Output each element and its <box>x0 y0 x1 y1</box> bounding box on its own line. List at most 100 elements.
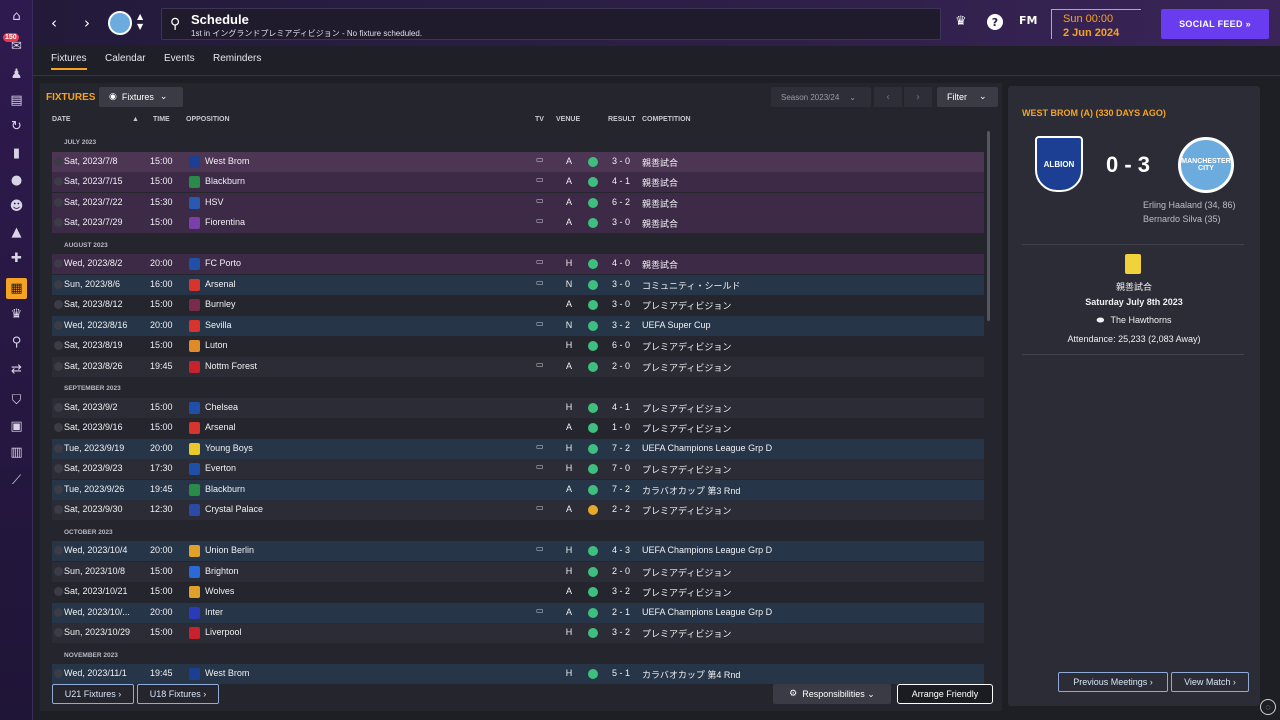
match-summary-title[interactable]: WEST BROM (A) (330 DAYS AGO) <box>1022 108 1166 118</box>
club-switch-chevron-icon[interactable]: ▲ ▼ <box>137 12 143 32</box>
view-match-button[interactable]: View Match › <box>1171 672 1249 692</box>
arrange-friendly-button[interactable]: Arrange Friendly <box>897 684 993 704</box>
feedback-icon[interactable]: ◌ <box>1260 699 1276 715</box>
club-icon[interactable]: ⛉ <box>6 390 27 411</box>
fixture-result[interactable]: 3 - 0 <box>612 279 630 289</box>
fixture-result[interactable]: 1 - 0 <box>612 422 630 432</box>
schedule-icon[interactable]: ▦ <box>6 278 27 299</box>
fixture-row[interactable]: Sat, 2023/9/16 15:00 Arsenal A 1 - 0 プレミアディビジ… <box>52 418 984 438</box>
next-season-button[interactable]: › <box>904 87 932 107</box>
fixture-row[interactable]: Sun, 2023/8/6 16:00 Arsenal ▭ N 3 - 0 コミュニティ・シ… <box>52 274 984 295</box>
fixture-row[interactable]: Wed, 2023/8/16 20:00 Sevilla ▭ N 3 - 2 UEFA Su… <box>52 315 984 336</box>
row-select-radio[interactable] <box>54 177 63 186</box>
filter-button[interactable]: Filter ⌄ <box>937 87 998 107</box>
fixture-row[interactable]: Sat, 2023/9/30 12:30 Crystal Palace ▭ A 2 - 2… <box>52 500 984 520</box>
row-select-radio[interactable] <box>54 464 63 473</box>
fixture-opposition[interactable]: Arsenal <box>205 422 236 432</box>
fixture-result[interactable]: 3 - 2 <box>612 627 630 637</box>
social-feed-button[interactable]: SOCIAL FEED » <box>1161 9 1269 39</box>
row-select-radio[interactable] <box>54 197 63 207</box>
tab-events[interactable]: Events <box>164 53 195 64</box>
fixture-row[interactable]: Sat, 2023/9/2 15:00 Chelsea H 4 - 1 プレミアディビジョ… <box>52 397 984 418</box>
fixture-result[interactable]: 2 - 0 <box>612 566 630 576</box>
fixture-result[interactable]: 4 - 1 <box>612 402 630 412</box>
fixtures-view-dropdown[interactable]: ◉ Fixtures ⌄ <box>99 87 183 107</box>
fixture-opposition[interactable]: Brighton <box>205 566 239 576</box>
row-select-radio[interactable] <box>54 218 63 227</box>
west-brom-crest-icon[interactable]: ALBION <box>1035 136 1083 192</box>
squad-icon[interactable]: ♟ <box>6 64 27 85</box>
row-select-radio[interactable] <box>54 300 63 309</box>
staff-icon[interactable]: ☻ <box>6 196 27 217</box>
fixture-result[interactable]: 7 - 0 <box>612 463 630 473</box>
fixture-opposition[interactable]: Blackburn <box>205 484 245 494</box>
row-select-radio[interactable] <box>54 423 63 432</box>
fixture-opposition[interactable]: Inter <box>205 607 223 617</box>
u18-fixtures-button[interactable]: U18 Fixtures › <box>137 684 219 704</box>
fixture-row[interactable]: Sat, 2023/7/8 15:00 West Brom ▭ A 3 - 0 親善試合 <box>52 151 984 172</box>
previous-meetings-button[interactable]: Previous Meetings › <box>1058 672 1168 692</box>
row-select-radio[interactable] <box>54 361 63 371</box>
row-select-radio[interactable] <box>54 566 63 576</box>
col-result[interactable]: RESULT <box>608 116 635 123</box>
fixture-opposition[interactable]: Luton <box>205 340 228 350</box>
search-icon[interactable]: ⚲ <box>6 332 27 353</box>
fixture-result[interactable]: 4 - 1 <box>612 176 630 186</box>
fixture-opposition[interactable]: HSV <box>205 197 224 207</box>
fixture-row[interactable]: Sat, 2023/8/26 19:45 Nottm Forest ▭ A 2 - 0 プレ… <box>52 356 984 377</box>
fm-logo[interactable]: FM <box>1019 14 1037 27</box>
fixture-row[interactable]: Tue, 2023/9/19 20:00 Young Boys ▭ H 7 - 2 UEFA… <box>52 438 984 459</box>
fixture-result[interactable]: 6 - 2 <box>612 197 630 207</box>
fixture-opposition[interactable]: Fiorentina <box>205 217 245 227</box>
tab-fixtures[interactable]: Fixtures <box>51 53 87 70</box>
fixture-result[interactable]: 3 - 2 <box>612 320 630 330</box>
col-opposition[interactable]: OPPOSITION <box>186 116 230 123</box>
scouting-icon[interactable]: ▲ <box>6 222 27 243</box>
row-select-radio[interactable] <box>54 628 63 637</box>
fixture-row[interactable]: Sun, 2023/10/29 15:00 Liverpool H 3 - 2 プレミアデ… <box>52 623 984 643</box>
fixture-opposition[interactable]: Crystal Palace <box>205 504 263 514</box>
trophy-icon[interactable]: ♛ <box>955 14 967 29</box>
row-select-radio[interactable] <box>54 484 63 494</box>
fixture-opposition[interactable]: Wolves <box>205 586 234 596</box>
row-select-radio[interactable] <box>54 443 63 453</box>
scrollbar[interactable] <box>987 131 990 321</box>
training-icon[interactable]: ↻ <box>6 116 27 137</box>
fixture-opposition[interactable]: Arsenal <box>205 279 236 289</box>
row-select-radio[interactable] <box>54 279 63 289</box>
fixture-result[interactable]: 4 - 0 <box>612 258 630 268</box>
fixture-row[interactable]: Wed, 2023/11/1 19:45 West Brom H 5 - 1 カラバオカッ… <box>52 664 984 684</box>
fixture-row[interactable]: Sat, 2023/8/12 15:00 Burnley A 3 - 0 プレミアディビジ… <box>52 295 984 315</box>
tab-reminders[interactable]: Reminders <box>213 53 261 64</box>
fixture-result[interactable]: 5 - 1 <box>612 668 630 678</box>
row-select-radio[interactable] <box>54 669 63 678</box>
fixture-result[interactable]: 2 - 1 <box>612 607 630 617</box>
row-select-radio[interactable] <box>54 505 63 514</box>
fixture-result[interactable]: 2 - 2 <box>612 504 630 514</box>
season-dropdown[interactable]: Season 2023/24 ⌄ <box>771 87 871 107</box>
home-icon[interactable]: ⌂ <box>6 6 27 27</box>
competitions-icon[interactable]: ♛ <box>6 304 27 325</box>
fixture-result[interactable]: 3 - 0 <box>612 217 630 227</box>
forward-button[interactable]: › <box>78 13 96 33</box>
fixture-row[interactable]: Sat, 2023/9/23 17:30 Everton ▭ H 7 - 0 プレミアディビ… <box>52 459 984 479</box>
row-select-radio[interactable] <box>54 402 63 412</box>
fixture-opposition[interactable]: Liverpool <box>205 627 242 637</box>
fixture-row[interactable]: Wed, 2023/10/... 20:00 Inter ▭ A 2 - 1 UEFA Ch… <box>52 602 984 623</box>
fixture-result[interactable]: 3 - 0 <box>612 299 630 309</box>
fixture-opposition[interactable]: Sevilla <box>205 320 232 330</box>
tactics-icon[interactable]: ▤ <box>6 90 27 111</box>
tab-calendar[interactable]: Calendar <box>105 53 146 64</box>
fixture-result[interactable]: 3 - 0 <box>612 156 630 166</box>
row-select-radio[interactable] <box>54 156 63 166</box>
fixture-opposition[interactable]: West Brom <box>205 668 249 678</box>
fixture-opposition[interactable]: Burnley <box>205 299 236 309</box>
medical-icon[interactable]: ▮ <box>6 143 27 164</box>
fixture-row[interactable]: Sat, 2023/10/21 15:00 Wolves A 3 - 2 プレミアディビジ… <box>52 582 984 602</box>
row-select-radio[interactable] <box>54 587 63 596</box>
fixture-opposition[interactable]: Union Berlin <box>205 545 254 555</box>
fixture-result[interactable]: 6 - 0 <box>612 340 630 350</box>
game-date[interactable]: Sun 00:00 2 Jun 2024 <box>1051 9 1141 39</box>
fixture-row[interactable]: Tue, 2023/9/26 19:45 Blackburn A 7 - 2 カラバオカッ… <box>52 479 984 500</box>
row-select-radio[interactable] <box>54 546 63 555</box>
